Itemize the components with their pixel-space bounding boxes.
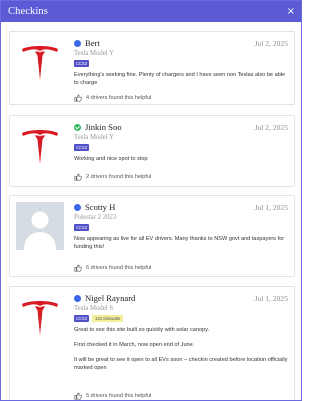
comment-text: Everything's working fine. Plenty of cha… bbox=[74, 72, 286, 86]
vehicle-model: Tesla Model Y bbox=[74, 134, 115, 141]
tesla-logo-icon bbox=[16, 122, 64, 170]
thumbs-up-icon[interactable] bbox=[74, 392, 82, 400]
checkin-comment: Everything's working fine. Plenty of cha… bbox=[74, 71, 288, 87]
connector-badge: CCS2 bbox=[74, 315, 90, 322]
checkin-date: Jul 1, 2025 bbox=[254, 202, 288, 212]
comment-text: Great to see this site built so quickly … bbox=[74, 327, 210, 333]
connector-badge: CCS2 bbox=[74, 144, 90, 151]
checkins-panel: Checkins × Bert Jul 2, 2025 Tesla Model … bbox=[0, 0, 302, 401]
panel-header: Checkins × bbox=[1, 1, 301, 22]
checkin-date: Jul 2, 2025 bbox=[254, 122, 288, 132]
status-dot-icon bbox=[74, 294, 81, 302]
status-check-icon bbox=[74, 123, 81, 131]
checkin-card: Scotty H Jul 1, 2025 Polestar 2 2023 CCS… bbox=[9, 195, 295, 277]
status-dot-icon bbox=[74, 39, 81, 47]
helpful-count: 5 drivers found this helpful bbox=[86, 393, 152, 399]
checkin-list[interactable]: Bert Jul 2, 2025 Tesla Model Y CCS2 Ever… bbox=[1, 22, 301, 400]
driver-name[interactable]: Scotty H bbox=[85, 202, 115, 212]
vehicle-model: Tesla Model S bbox=[74, 305, 114, 312]
driver-name[interactable]: Bert bbox=[85, 38, 100, 48]
status-dot-icon bbox=[74, 203, 81, 211]
driver-name[interactable]: Nigel Raynard bbox=[85, 293, 135, 303]
thumbs-up-icon[interactable] bbox=[74, 264, 82, 272]
connector-badge: CCS2 bbox=[74, 60, 90, 67]
helpful-count: 4 drivers found this helpful bbox=[86, 95, 152, 101]
vehicle-model: Tesla Model Y bbox=[74, 50, 115, 57]
vehicle-model: Polestar 2 2023 bbox=[74, 214, 117, 221]
comment-text: Now appearing as live for all EV drivers… bbox=[74, 236, 285, 250]
helpful-count: 2 drivers found this helpful bbox=[86, 174, 152, 180]
checkin-comment: Now appearing as live for all EV drivers… bbox=[74, 235, 288, 251]
comment-text: Working and nice spot to stop bbox=[74, 156, 148, 162]
comment-text: It will be great to see it open to all E… bbox=[74, 357, 288, 371]
checkin-card: Nigel Raynard Jul 1, 2025 Tesla Model S … bbox=[9, 286, 295, 400]
comment-text: First checked it in March, now open end … bbox=[74, 342, 195, 348]
checkin-date: Jul 2, 2025 bbox=[254, 38, 288, 48]
thumbs-up-icon[interactable] bbox=[74, 94, 82, 102]
person-silhouette-icon bbox=[16, 202, 64, 250]
connector-badge: CCS2 bbox=[74, 224, 90, 231]
helpful-row[interactable]: 5 drivers found this helpful bbox=[74, 392, 151, 400]
helpful-count: 6 drivers found this helpful bbox=[86, 265, 152, 271]
driver-name[interactable]: Jinkin Soo bbox=[85, 122, 122, 132]
checkin-comment: Working and nice spot to stop bbox=[74, 155, 288, 163]
tesla-logo-icon bbox=[16, 293, 64, 341]
tesla-logo-icon bbox=[16, 38, 64, 86]
checkin-card: Jinkin Soo Jul 2, 2025 Tesla Model Y CCS… bbox=[9, 115, 295, 187]
helpful-row[interactable]: 4 drivers found this helpful bbox=[74, 94, 151, 102]
thumbs-up-icon[interactable] bbox=[74, 173, 82, 181]
helpful-row[interactable]: 6 drivers found this helpful bbox=[74, 264, 151, 272]
panel-title: Checkins bbox=[8, 6, 48, 17]
checkin-date: Jul 1, 2025 bbox=[254, 293, 288, 303]
checkin-card: Bert Jul 2, 2025 Tesla Model Y CCS2 Ever… bbox=[9, 31, 295, 105]
power-badge: 131 Kilowatts bbox=[92, 315, 124, 322]
helpful-row[interactable]: 2 drivers found this helpful bbox=[74, 173, 151, 181]
close-icon[interactable]: × bbox=[287, 6, 295, 17]
checkin-comment: Great to see this site built so quickly … bbox=[74, 326, 288, 372]
